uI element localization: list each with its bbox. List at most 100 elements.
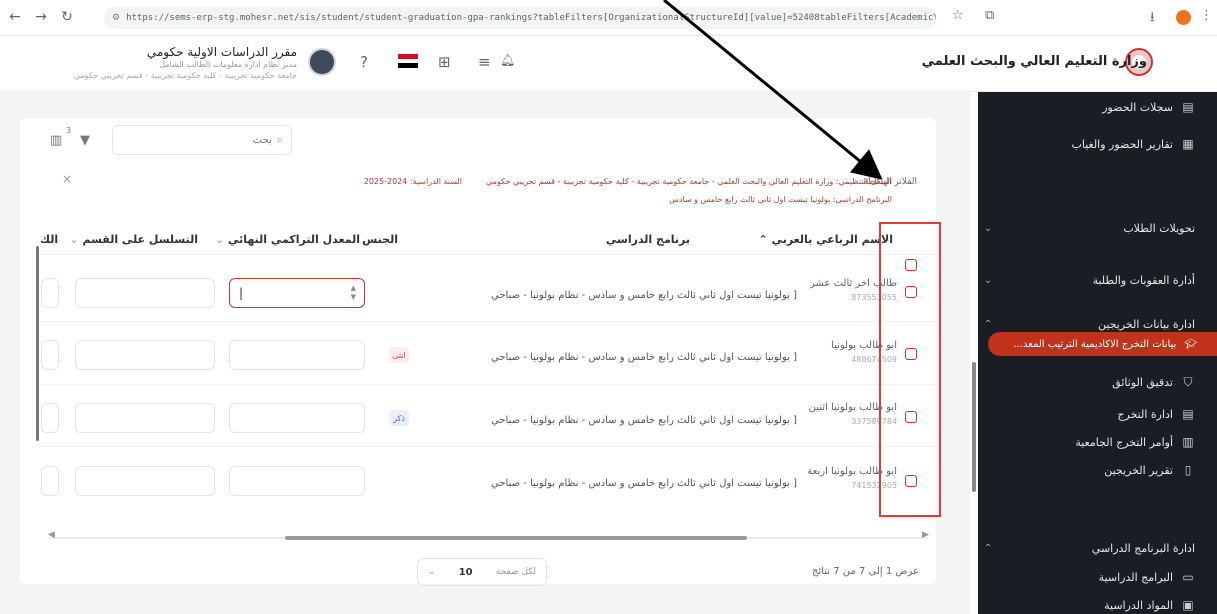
sidebar-item-label: سجلات الحضور bbox=[1102, 100, 1173, 114]
sidebar-item-label: تقارير الحضور والغياب bbox=[1071, 137, 1173, 151]
horizontal-scroll-thumb[interactable] bbox=[285, 536, 747, 540]
browser-menu-icon[interactable]: ⋮ bbox=[1200, 8, 1213, 23]
downloads-icon[interactable]: ⭳ bbox=[1150, 8, 1155, 30]
filter-chip-org[interactable]: الهيكل التنظيمي: وزارة التعليم العالي وا… bbox=[486, 177, 892, 186]
menu-lines-icon[interactable]: ≡ bbox=[478, 53, 491, 71]
sidebar-item-graduation-mgmt[interactable]: ▤ ادارة التخرج bbox=[1117, 407, 1195, 421]
filter-count-badge: 3 bbox=[66, 126, 72, 135]
sidebar-item-courses[interactable]: ▣ المواد الدراسية bbox=[1104, 598, 1195, 612]
user-avatar[interactable] bbox=[308, 48, 336, 76]
gpa-input[interactable] bbox=[229, 340, 365, 370]
table-row-program: [ بولونيا تيست اول ثاني ثالث رابع خامس و… bbox=[491, 415, 797, 426]
sidebar-item-programs[interactable]: ▭ البرامج الدراسية bbox=[1099, 570, 1195, 584]
sidebar-item-document-check[interactable]: ⛉ تدقيق الوثائق bbox=[1112, 375, 1195, 390]
col-header-gpa[interactable]: المعدل التراكمي النهائي ⌄ bbox=[215, 233, 360, 246]
last-col-input[interactable] bbox=[41, 403, 59, 433]
table-search[interactable]: ⌕ bbox=[112, 125, 292, 155]
reload-icon[interactable]: ↻ bbox=[56, 9, 78, 25]
scroll-right-icon[interactable]: ▶ bbox=[922, 530, 929, 540]
sidebar-item-label: البرامج الدراسية bbox=[1098, 570, 1173, 584]
last-col-input[interactable] bbox=[41, 278, 59, 308]
gender-badge: ذكر bbox=[389, 410, 409, 426]
sidebar-item-university-orders[interactable]: ▥ أوامر التخرج الجامعية bbox=[1075, 435, 1195, 449]
sidebar-scrollbar[interactable] bbox=[970, 92, 978, 614]
dept-rank-input[interactable] bbox=[75, 466, 215, 496]
scroll-left-icon[interactable]: ◀ bbox=[48, 530, 55, 540]
url-text: https://sems-erp-stg.mohesr.net/sis/stud… bbox=[126, 13, 936, 23]
per-page-select[interactable]: لكل صفحة 10 ⌄ bbox=[417, 558, 547, 586]
sidebar-group-penalties[interactable]: أدارة العقوبات والطلبة ⌄ bbox=[984, 274, 1195, 287]
sidebar-item-graduates-report[interactable]: ▯ تقرير الخريجين bbox=[1104, 463, 1195, 477]
gender-badge: انثى bbox=[389, 347, 409, 363]
sidebar-item-label: تدقيق الوثائق bbox=[1112, 376, 1173, 389]
clipboard-icon: ▥ bbox=[1182, 435, 1194, 449]
sidebar-group-program-mgmt[interactable]: ادارة البرنامج الدراسي ⌃ bbox=[984, 542, 1195, 555]
help-icon[interactable]: ? bbox=[360, 53, 368, 71]
sidebar-item-graduation-academic-ranking[interactable]: 🎓︎ بيانات التخرج الاكاديمية الترتيب المع… bbox=[988, 332, 1217, 356]
col-header-name[interactable]: الاسم الرباعي بالعربي ⌃ bbox=[759, 233, 893, 246]
clear-filters-icon[interactable]: × bbox=[62, 172, 72, 186]
column-toggle-icon[interactable]: ▥ bbox=[50, 133, 62, 148]
address-bar[interactable]: ⚙ https://sems-erp-stg.mohesr.net/sis/st… bbox=[104, 7, 936, 29]
book-icon: ▣ bbox=[1182, 598, 1194, 612]
user-name[interactable]: مقرر الدراسات الاولية حكومي bbox=[147, 45, 297, 59]
notifications-icon[interactable]: 🔔︎ bbox=[500, 53, 515, 67]
back-icon[interactable]: ← bbox=[4, 9, 26, 25]
site-info-icon[interactable]: ⚙ bbox=[112, 13, 120, 23]
filter-chip-program[interactable]: البرنامج الدراسي: بولونيا تيست اول ثاني … bbox=[669, 195, 892, 204]
app-header: وزارة التعليم العالي والبحث العلمي مقرر … bbox=[0, 36, 1217, 92]
col-header-last[interactable]: الك bbox=[40, 233, 58, 246]
sidebar-group-student-transfers[interactable]: تحويلات الطلاب ⌄ bbox=[984, 222, 1195, 235]
bookmark-star-icon[interactable]: ☆ bbox=[952, 8, 964, 23]
chevron-down-icon: ⌄ bbox=[984, 275, 993, 286]
sort-icon: ⌃ bbox=[758, 233, 768, 246]
sidebar-item-label: بيانات التخرج الاكاديمية الترتيب المعد..… bbox=[1013, 338, 1177, 350]
user-unit: جامعة حكومية تجريبية - كلية حكومية تجريب… bbox=[73, 71, 297, 80]
dept-rank-input[interactable] bbox=[75, 340, 215, 370]
sidebar-item-attendance-reports[interactable]: ▦ تقارير الحضور والغياب bbox=[1071, 137, 1195, 151]
search-input[interactable] bbox=[131, 134, 272, 146]
chevron-down-icon: ⌄ bbox=[984, 223, 993, 234]
sidebar-group-graduates-data[interactable]: ادارة بيانات الخريجين ⌃ bbox=[984, 318, 1195, 331]
shield-check-icon: ⛉ bbox=[1183, 375, 1193, 389]
sidebar-item-label: المواد الدراسية bbox=[1104, 598, 1173, 612]
filter-chip-year[interactable]: السنة الدراسية: 2024-2025 bbox=[364, 177, 462, 186]
row-divider bbox=[40, 446, 936, 447]
text-cursor: | bbox=[239, 286, 244, 300]
col-header-gender[interactable]: الجنس bbox=[362, 233, 398, 246]
last-col-input[interactable] bbox=[41, 340, 59, 370]
program-icon: ▭ bbox=[1182, 570, 1194, 584]
sidebar-group-label: أدارة العقوبات والطلبة bbox=[1092, 274, 1195, 287]
filter-icon[interactable]: ▼ bbox=[80, 133, 90, 148]
extensions-icon[interactable]: ⧉ bbox=[985, 8, 994, 23]
col-header-dept-rank[interactable]: التسلسل على القسم ⌄ bbox=[69, 233, 198, 246]
col-header-program[interactable]: برنامج الدراسي bbox=[606, 233, 690, 246]
col-header-label: الاسم الرباعي بالعربي bbox=[771, 233, 893, 246]
sidebar-item-label: تقرير الخريجين bbox=[1104, 463, 1173, 477]
table-row-program: [ بولونيا تيست اول ثاني ثالث رابع خامس و… bbox=[491, 290, 797, 301]
sidebar-group-label: ادارة البرنامج الدراسي bbox=[1091, 542, 1195, 555]
stepper-icon[interactable]: ▲ ▼ bbox=[351, 284, 356, 302]
annotation-highlight-box bbox=[879, 222, 941, 517]
user-role: مدير نظام ادارة معلومات الطالب الشامل bbox=[159, 60, 297, 69]
profile-avatar-icon[interactable] bbox=[1176, 10, 1191, 25]
chevron-up-icon: ⌃ bbox=[984, 319, 993, 330]
sidebar-item-label: ادارة التخرج bbox=[1117, 407, 1173, 421]
dept-rank-input[interactable] bbox=[75, 403, 215, 433]
table-vertical-scrollbar[interactable] bbox=[36, 246, 39, 441]
gpa-input[interactable] bbox=[229, 466, 365, 496]
gpa-input[interactable] bbox=[229, 403, 365, 433]
forward-icon[interactable]: → bbox=[30, 9, 52, 25]
ministry-name: وزارة التعليم العالي والبحث العلمي bbox=[921, 54, 1147, 69]
apps-grid-icon[interactable]: ⊞ bbox=[438, 53, 451, 71]
dept-rank-input[interactable] bbox=[75, 278, 215, 308]
language-flag-icon[interactable] bbox=[398, 54, 418, 69]
sidebar-item-attendance-records[interactable]: ▤ سجلات الحضور bbox=[1102, 100, 1195, 114]
header-divider bbox=[40, 254, 936, 255]
sidebar-scroll-thumb[interactable] bbox=[972, 362, 976, 492]
chevron-up-icon: ⌃ bbox=[984, 543, 993, 554]
table-row-program: [ بولونيا تيست اول ثاني ثالث رابع خامس و… bbox=[491, 352, 797, 363]
last-col-input[interactable] bbox=[41, 466, 59, 496]
gpa-input-focused[interactable]: | ▲ ▼ bbox=[229, 278, 365, 308]
per-page-label: لكل صفحة bbox=[495, 567, 536, 577]
